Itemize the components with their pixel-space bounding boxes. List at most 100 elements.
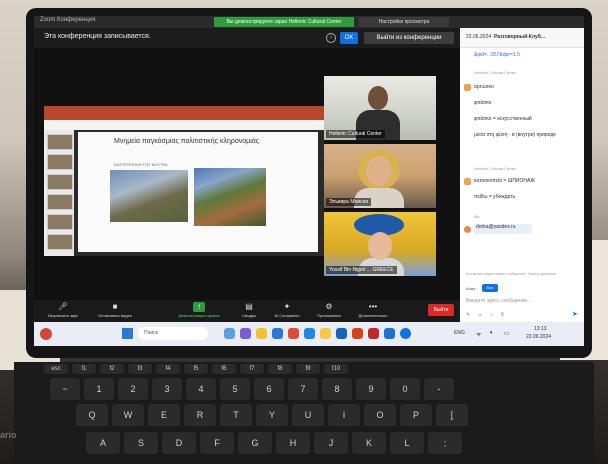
participant-tile[interactable]: Эльвира Моисеи — [324, 144, 436, 208]
app-icon[interactable] — [240, 328, 251, 339]
send-icon[interactable]: ➤ — [572, 310, 578, 318]
keyboard-brand-text: ario — [0, 430, 17, 440]
key: - — [424, 378, 454, 400]
key-f7: f7 — [240, 364, 264, 374]
active-app-icon[interactable] — [400, 328, 411, 339]
slide-thumbnail — [47, 214, 73, 230]
leave-button[interactable]: Выйти — [428, 304, 454, 316]
participant-tile[interactable]: Hellenic Cultural Center — [324, 76, 436, 140]
task-view-icon[interactable] — [224, 328, 235, 339]
key-f6: f6 — [212, 364, 236, 374]
store-icon[interactable] — [304, 328, 315, 339]
ai-companion-icon: ✦ — [283, 302, 291, 311]
file-explorer-icon[interactable] — [256, 328, 267, 339]
chrome-browser-icon[interactable] — [288, 328, 299, 339]
exit-conference-button[interactable]: Выйти из конференции — [364, 32, 454, 44]
battery-icon[interactable]: ▭ — [504, 330, 510, 337]
chat-input[interactable]: Введите здесь сообщение... — [466, 298, 578, 308]
skype-icon[interactable] — [336, 328, 347, 339]
key: E — [148, 404, 180, 426]
clock-time[interactable]: 13:13 — [534, 326, 547, 333]
key: P — [400, 404, 432, 426]
message-sender: Hellenic Cultural Center — [474, 70, 517, 75]
my-avatar — [464, 226, 471, 233]
slide-title: Μνημεία παγκόσμιας πολιτιστικής κληρονομ… — [114, 138, 260, 145]
participant-head — [366, 156, 392, 186]
key: G — [238, 432, 272, 454]
chat-visibility-note[interactable]: Кто может видеть ваши сообщения? Запись … — [466, 272, 578, 276]
volume-icon[interactable]: 🔈︎ — [490, 330, 494, 337]
chat-message: πείθω = убеждать — [474, 194, 516, 200]
key-f9: f9 — [296, 364, 320, 374]
share-screen-label: Демонстрация экрана — [178, 313, 220, 318]
key: 5 — [220, 378, 250, 400]
ok-button[interactable]: OK — [340, 32, 358, 44]
share-screen-button[interactable]: ↑ Демонстрация экрана — [174, 300, 224, 322]
key-f3: f3 — [128, 364, 152, 374]
key: L — [390, 432, 424, 454]
chat-message: φτιάσκο — [474, 100, 492, 106]
zoom-icon[interactable] — [384, 328, 395, 339]
sender-avatar — [464, 178, 471, 185]
more-button[interactable]: ••• Дополнительно — [348, 300, 398, 322]
key-f8: f8 — [268, 364, 292, 374]
sender-avatar — [464, 84, 471, 91]
yandex-icon[interactable] — [320, 328, 331, 339]
more-label: Дополнительно — [358, 313, 388, 318]
apps-button[interactable]: ⚙ Приложения — [304, 300, 354, 322]
current-slide: Μνημεία παγκόσμιας πολιτιστικής κληρονομ… — [78, 132, 318, 252]
powerpoint-ribbon — [44, 106, 324, 120]
laptop-keyboard: esc f1 f2 f3 f4 f5 f6 f7 f8 f9 f10 ~ 1 2… — [14, 362, 594, 464]
whiteboard-icon: ▤ — [245, 302, 253, 311]
stop-video-button[interactable]: ■ Остановить видео — [90, 300, 140, 322]
slide-thumbnail — [47, 134, 73, 150]
info-icon[interactable]: i — [326, 33, 336, 43]
apps-icon: ⚙ — [325, 302, 333, 311]
mute-button[interactable]: 🎤︎ Выключить звук — [38, 300, 88, 322]
mute-label: Выключить звук — [48, 313, 78, 318]
window-title: Zoom Конференция — [40, 17, 96, 23]
input-language[interactable]: ENG — [454, 330, 465, 336]
view-settings-button[interactable]: Настройки просмотра — [359, 17, 449, 27]
chat-message: μέσα στη φύση - в (внутри) природе — [474, 132, 556, 138]
chat-message: αρτώσκο — [474, 84, 494, 90]
key: Q — [76, 404, 108, 426]
powerpoint-toolbar — [44, 120, 324, 130]
participant-tile[interactable]: Yousif Bin Nigeri ... GREECE — [324, 212, 436, 276]
key: J — [314, 432, 348, 454]
chat-format-icons[interactable]: ✎ ☺ ⌂ ⚲ — [466, 312, 578, 320]
slide-thumbnails — [44, 130, 74, 256]
chat-link[interactable]: &pid=...557&dpr=1.5 — [474, 52, 578, 58]
key: 0 — [390, 378, 420, 400]
media-icon[interactable] — [368, 328, 379, 339]
my-message: dorka@yandex.ru — [474, 224, 532, 234]
key: I — [328, 404, 360, 426]
key: ~ — [50, 378, 80, 400]
key: ; — [428, 432, 462, 454]
meeting-toolbar: 🎤︎ Выключить звук ■ Остановить видео ↑ Д… — [34, 300, 460, 322]
slide-thumbnail — [47, 194, 73, 210]
windows-start-icon[interactable] — [122, 328, 133, 339]
microphone-icon: 🎤︎ — [57, 302, 69, 311]
video-icon: ■ — [112, 302, 118, 311]
key: U — [292, 404, 324, 426]
recording-app-icon[interactable] — [40, 328, 52, 340]
slide-thumbnail — [47, 154, 73, 170]
taskbar-search[interactable]: Поиск — [138, 327, 208, 340]
shared-screen: Μνημεία παγκόσμιας πολιτιστικής κληρονομ… — [44, 106, 324, 256]
recipient-selector[interactable]: Все — [482, 284, 498, 292]
participant-head — [368, 86, 388, 110]
participant-name: Hellenic Cultural Center — [326, 130, 385, 138]
screen-share-banner[interactable]: Вы демонстрируете экран Hellenic Cultura… — [214, 17, 354, 27]
key: D — [162, 432, 196, 454]
key: 4 — [186, 378, 216, 400]
message-sender: Вы — [474, 214, 480, 219]
office-icon[interactable] — [352, 328, 363, 339]
key-f1: f1 — [72, 364, 96, 374]
key-esc: esc — [44, 364, 68, 374]
key: O — [364, 404, 396, 426]
key-f10: f10 — [324, 364, 348, 374]
wifi-icon[interactable]: ᯤ — [476, 330, 481, 338]
clock-date[interactable]: 22.06.2024 — [526, 334, 551, 340]
edge-browser-icon[interactable] — [272, 328, 283, 339]
